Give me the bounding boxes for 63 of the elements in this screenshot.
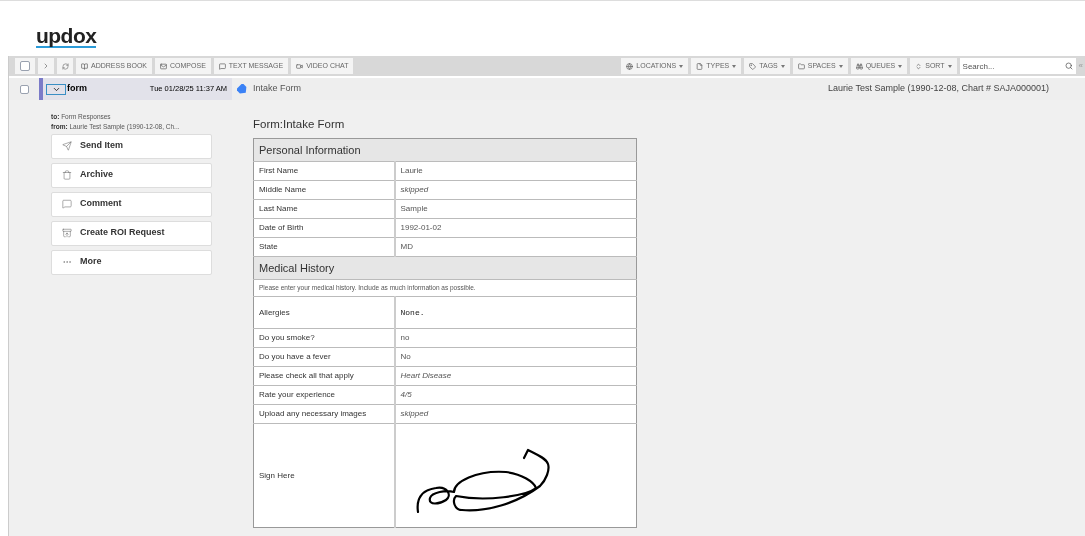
field-value: no — [394, 328, 637, 348]
field-label: Do you have a fever — [253, 347, 395, 367]
caret-icon — [780, 64, 785, 68]
section-heading: Personal Information — [253, 138, 637, 162]
action-button[interactable]: Comment — [51, 191, 212, 217]
caret-icon — [732, 64, 737, 68]
field-label: First Name — [253, 161, 395, 181]
field-label: Upload any necessary images — [253, 404, 395, 424]
caret-icon — [838, 64, 843, 68]
field-value: skipped — [394, 404, 637, 424]
box-icon — [62, 228, 72, 238]
search-icon — [1064, 62, 1073, 70]
field-label: Please check all that apply — [253, 366, 395, 386]
field-value: None. — [394, 296, 637, 329]
envelope-icon — [160, 62, 167, 70]
action-button[interactable]: Archive — [51, 162, 212, 188]
binoculars-icon — [855, 62, 863, 70]
field-value: Heart Disease — [394, 366, 637, 386]
search-field[interactable]: Search... — [959, 58, 1076, 74]
tag-icon — [749, 62, 757, 70]
field-label: Rate your experience — [253, 385, 395, 405]
updox-logo: updox — [36, 26, 97, 48]
sort-arrows-icon — [915, 62, 923, 70]
chat-bubble-icon — [218, 62, 226, 70]
action-button[interactable]: More — [51, 249, 212, 275]
field-label: Middle Name — [253, 180, 395, 200]
action-button[interactable]: Send Item — [51, 133, 212, 159]
book-icon — [81, 62, 88, 70]
field-value: 1992-01-02 — [394, 218, 637, 238]
field-label: Last Name — [253, 199, 395, 219]
refresh-button[interactable] — [57, 58, 73, 74]
caret-icon — [679, 64, 684, 68]
trash-can-icon — [62, 170, 72, 180]
caret-icon — [898, 64, 903, 68]
select-all-checkbox[interactable] — [20, 61, 30, 71]
field-label: Sign Here — [253, 423, 395, 528]
comment-icon — [62, 199, 72, 209]
form-title: Form:Intake Form — [253, 117, 346, 132]
field-value: 4/5 — [394, 385, 637, 405]
document-icon — [696, 62, 704, 70]
send-icon — [62, 141, 72, 151]
field-value: skipped — [394, 180, 637, 200]
field-label: Do you smoke? — [253, 328, 395, 348]
item-type: form — [67, 82, 87, 96]
field-label: Allergies — [253, 296, 395, 329]
item-subject: Intake Form — [253, 82, 301, 96]
field-value: MD — [394, 237, 637, 257]
row-checkbox[interactable] — [19, 84, 29, 94]
caret-icon — [947, 64, 952, 68]
section-heading: Medical History — [253, 256, 637, 280]
refresh-icon — [61, 62, 69, 70]
field-label: Date of Birth — [253, 218, 395, 238]
globe-icon — [626, 62, 634, 70]
video-camera-icon — [296, 62, 304, 70]
field-value: Sample — [394, 199, 637, 219]
action-button[interactable]: Create ROI Request — [51, 220, 212, 246]
expand-toggle[interactable] — [46, 83, 66, 95]
tag-icon — [237, 83, 248, 95]
field-value: Laurie — [394, 161, 637, 181]
patient-info: Laurie Test Sample (1990-12-08, Chart # SAJA000001) — [828, 82, 1049, 96]
folder-icon — [797, 62, 805, 70]
field-value: No — [394, 347, 637, 367]
chevron-right-icon — [42, 62, 50, 70]
